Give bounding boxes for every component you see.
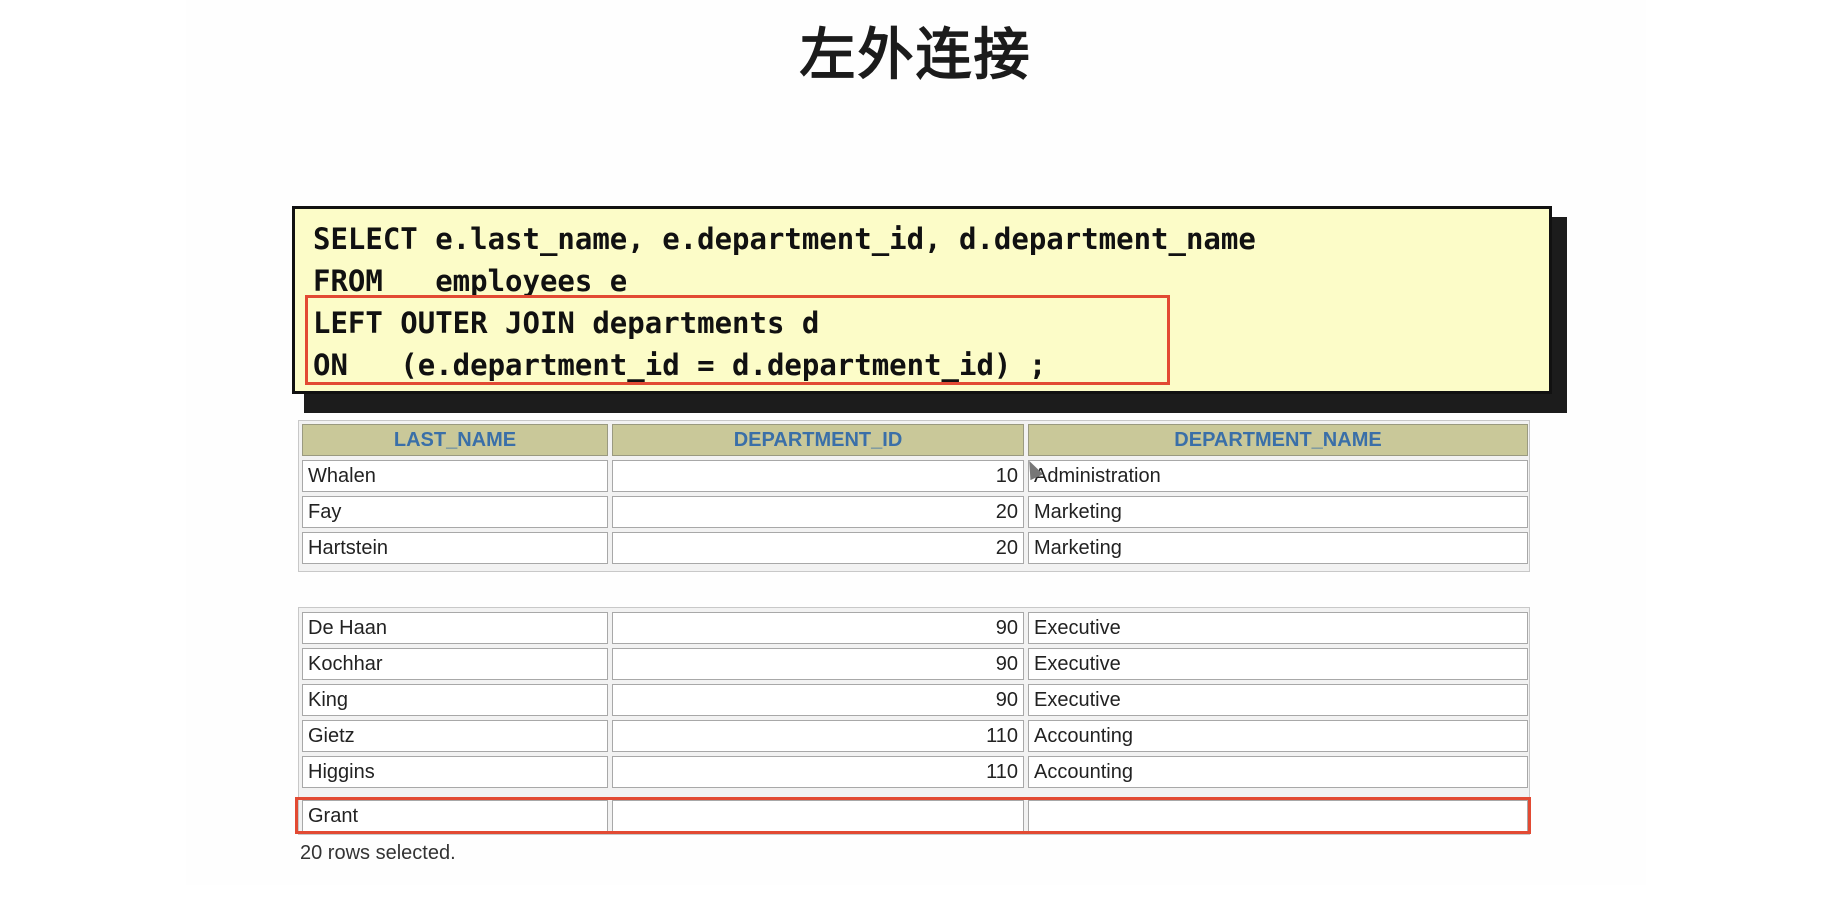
table-row: Kochhar 90 Executive (302, 648, 1528, 680)
cell-last-name: Kochhar (302, 648, 608, 680)
cell-last-name: Fay (302, 496, 608, 528)
cell-department-name: Marketing (1028, 496, 1528, 528)
cell-department-id: 110 (612, 720, 1024, 752)
cell-last-name: Hartstein (302, 532, 608, 564)
header-department-name: DEPARTMENT_NAME (1028, 424, 1528, 456)
cell-department-id: 20 (612, 496, 1024, 528)
table-header-row: LAST_NAME DEPARTMENT_ID DEPARTMENT_NAME (302, 424, 1528, 456)
table-row: Whalen 10 Administration (302, 460, 1528, 492)
table-row: Hartstein 20 Marketing (302, 532, 1528, 564)
table-row: King 90 Executive (302, 684, 1528, 716)
cell-department-name: Accounting (1028, 720, 1528, 752)
cell-last-name: De Haan (302, 612, 608, 644)
cell-department-name: Marketing (1028, 532, 1528, 564)
cell-department-name: Administration (1028, 460, 1528, 492)
sql-line-from: FROM employees e (313, 264, 628, 298)
cell-last-name: King (302, 684, 608, 716)
cell-department-id: 10 (612, 460, 1024, 492)
cell-last-name: Gietz (302, 720, 608, 752)
result-table-top: LAST_NAME DEPARTMENT_ID DEPARTMENT_NAME … (298, 420, 1530, 572)
table-row: De Haan 90 Executive (302, 612, 1528, 644)
cell-department-id: 20 (612, 532, 1024, 564)
cell-department-name: Executive (1028, 648, 1528, 680)
cell-last-name: Whalen (302, 460, 608, 492)
header-last-name: LAST_NAME (302, 424, 608, 456)
cell-department-name: Executive (1028, 612, 1528, 644)
rows-selected-footer: 20 rows selected. (300, 842, 456, 864)
cell-department-name: Accounting (1028, 756, 1528, 788)
slide-title: 左外连接 (799, 23, 1032, 88)
unmatched-row-highlight (295, 797, 1531, 834)
cell-department-id: 110 (612, 756, 1024, 788)
table-row: Gietz 110 Accounting (302, 720, 1528, 752)
cell-department-name: Executive (1028, 684, 1528, 716)
cell-department-id: 90 (612, 648, 1024, 680)
table-row: Higgins 110 Accounting (302, 756, 1528, 788)
cell-last-name: Higgins (302, 756, 608, 788)
cell-department-id: 90 (612, 612, 1024, 644)
cell-department-id: 90 (612, 684, 1024, 716)
header-department-id: DEPARTMENT_ID (612, 424, 1024, 456)
table-row: Fay 20 Marketing (302, 496, 1528, 528)
sql-line-select: SELECT e.last_name, e.department_id, d.d… (313, 222, 1256, 256)
join-clause-highlight (305, 295, 1170, 385)
